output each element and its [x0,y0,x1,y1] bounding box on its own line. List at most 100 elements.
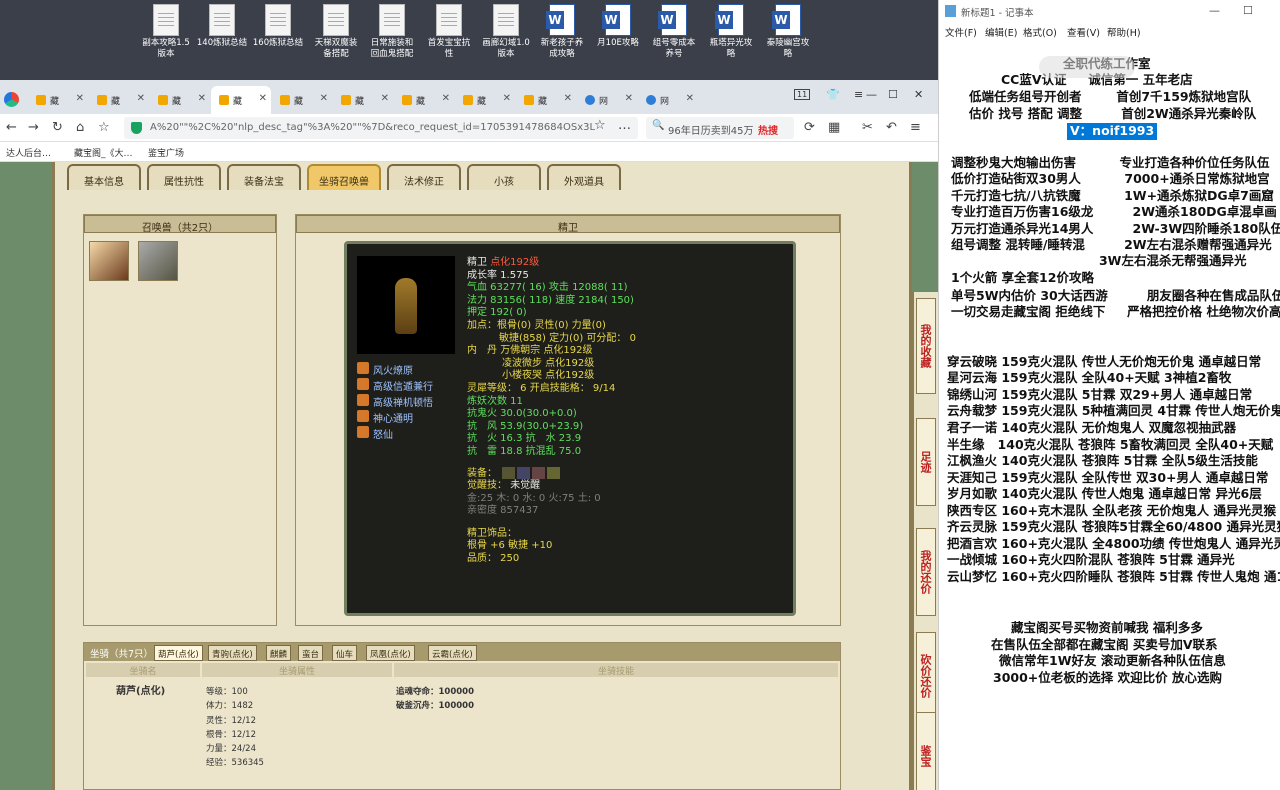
side-item-1[interactable]: 我的收藏 [916,298,936,394]
browser-tab-8[interactable]: 藏 ✕ [455,86,515,114]
browser-tab-1[interactable]: 藏 ✕ [28,86,88,114]
desktop-icon-10[interactable]: 组号零成本 养号 [646,4,702,60]
url-field[interactable]: A%20""%2C%20"nlp_desc_tag"%3A%20""%7D&re… [124,117,638,139]
desktop-icon-1[interactable]: 副本攻略1.5 版本 [138,4,194,60]
minimize-icon[interactable]: — [866,88,877,101]
skill-4[interactable]: 神心通明 [357,410,413,425]
back-icon[interactable]: ← [6,120,17,135]
tab-close-icon[interactable]: ✕ [625,93,633,104]
game-tab-5[interactable]: 法术修正 [387,164,461,190]
equip-slot-2[interactable] [517,466,531,479]
skill-1[interactable]: 风火燎原 [357,362,413,377]
notepad-menu-5[interactable]: 帮助(H) [1107,25,1141,39]
tab-close-icon[interactable]: ✕ [381,93,389,104]
bookmark-2[interactable]: 藏宝阁_《大… [74,146,133,159]
desktop-icon-3[interactable]: 160炼狱总结 [250,4,306,49]
side-item-5[interactable]: 鉴宝 [916,712,936,790]
game-tab-4[interactable]: 坐骑召唤兽 [307,164,381,190]
desktop-icon-6[interactable]: 首发宝宝抗 性 [421,4,477,60]
browser-tab-9[interactable]: 藏 ✕ [516,86,576,114]
tab-close-icon[interactable]: ✕ [503,93,511,104]
game-tab-3[interactable]: 装备法宝 [227,164,301,190]
notepad-menu-3[interactable]: 格式(O) [1023,25,1057,39]
hot-search-badge[interactable]: 热搜 [758,122,778,137]
mount-tab-5[interactable]: 仙车 [332,645,358,661]
notepad-text[interactable]: 全职代练工作室CC蓝V认证 诚信第一 五年老店低端任务组号开创者 首创7千159… [939,40,1280,790]
desktop-icon-2[interactable]: 140炼狱总结 [194,4,250,49]
desktop-icon-7[interactable]: 画廊幻域1.0 版本 [478,4,534,60]
browser-tab-7[interactable]: 藏 ✕ [394,86,454,114]
tab-close-icon[interactable]: ✕ [259,93,267,104]
browser-tab-3[interactable]: 藏 ✕ [150,86,210,114]
browser-tab-11[interactable]: 网 ✕ [638,86,698,114]
close-icon[interactable]: ✕ [914,88,923,101]
browser-tab-4[interactable]: 藏 ✕ [211,86,271,114]
skill-2[interactable]: 高级信遁兼行 [357,378,433,393]
np-minimize-icon[interactable]: — [1209,4,1220,17]
side-item-3[interactable]: 我的还价 [916,528,936,616]
notepad-menu-2[interactable]: 编辑(E) [985,25,1017,39]
refresh-ext-icon[interactable]: ⟳ [804,120,815,135]
desktop-icon-5[interactable]: 日常施装和 回血鬼搭配 [364,4,420,60]
reload-icon[interactable]: ↻ [52,120,63,135]
tab-close-icon[interactable]: ✕ [442,93,450,104]
menu-icon[interactable]: ≡ [854,88,863,101]
desktop-icon-11[interactable]: 瓶塔异光攻 略 [703,4,759,60]
game-tab-7[interactable]: 外观道具 [547,164,621,190]
side-item-4[interactable]: 砍价还价 [916,632,936,720]
tab-close-icon[interactable]: ✕ [564,93,572,104]
undo-icon[interactable]: ↶ [886,120,897,135]
favorite-icon[interactable]: ☆ [594,118,606,133]
mount-tab-6[interactable]: 凤凰(点化) [366,645,415,661]
browser-menu-icon[interactable]: ≡ [910,120,921,135]
game-tab-1[interactable]: 基本信息 [67,164,141,190]
bookmark-star-icon[interactable]: ☆ [98,120,110,135]
browser-tab-2[interactable]: 藏 ✕ [89,86,149,114]
desktop-icon-9[interactable]: 月10E攻略 [590,4,646,49]
home-icon[interactable]: ⌂ [76,120,84,135]
tab-close-icon[interactable]: ✕ [686,93,694,104]
skill-5[interactable]: 怒仙 [357,426,393,441]
notepad-line-32: 微信常年1W好友 滚动更新各种队伍信息 [999,653,1226,668]
skin-icon[interactable]: 👕 [826,88,840,101]
summon-avatar-beast[interactable] [138,241,178,281]
notepad-line-19: 云舟载梦 159克火混队 5种植满回灵 4甘霖 传世人炮无价鬼 [947,403,1280,418]
tab-close-icon[interactable]: ✕ [137,93,145,104]
more-icon[interactable]: … [618,118,631,133]
equip-slot-3[interactable] [532,466,546,479]
bookmark-1[interactable]: 达人后台… [6,146,51,159]
equip-slot-1[interactable] [502,466,516,479]
notepad-menu-1[interactable]: 文件(F) [945,25,977,39]
summon-avatar-jingwei[interactable] [89,241,129,281]
np-maximize-icon[interactable]: ☐ [1243,4,1253,17]
mount-tab-1[interactable]: 葫芦(点化) [154,645,203,661]
mount-tab-7[interactable]: 云霸(点化) [428,645,477,661]
desktop-icon-4[interactable]: 天梯双魔装 备搭配 [308,4,364,60]
apps-icon[interactable]: ▦ [828,120,840,135]
desktop-icon-8[interactable]: 新老孩子养 成攻略 [534,4,590,60]
desktop-icon-label: 140炼狱总结 [196,38,248,48]
maximize-icon[interactable]: ☐ [888,88,898,101]
tab-label: 藏 [111,97,121,107]
cut-icon[interactable]: ✂ [862,120,873,135]
mount-tab-2[interactable]: 青驹(点化) [208,645,257,661]
game-tab-2[interactable]: 属性抗性 [147,164,221,190]
browser-logo[interactable] [0,86,26,114]
browser-tab-5[interactable]: 藏 ✕ [272,86,332,114]
tab-close-icon[interactable]: ✕ [198,93,206,104]
browser-tab-6[interactable]: 藏 ✕ [333,86,393,114]
equip-slot-4[interactable] [547,466,561,479]
mount-tab-3[interactable]: 麒麟 [266,645,292,661]
game-tab-6[interactable]: 小孩 [467,164,541,190]
desktop-icon-12[interactable]: 秦陵幽宫攻 略 [760,4,816,60]
tab-close-icon[interactable]: ✕ [76,93,84,104]
browser-tab-10[interactable]: 网 ✕ [577,86,637,114]
notepad-menu-4[interactable]: 查看(V) [1067,25,1100,39]
mount-tab-4[interactable]: 蛮台 [298,645,324,661]
side-item-2[interactable]: 足迹 [916,418,936,506]
bookmark-3[interactable]: 鉴宝广场 [148,146,184,159]
tab-close-icon[interactable]: ✕ [320,93,328,104]
forward-icon[interactable]: → [28,120,39,135]
tab-count[interactable]: 11 [794,89,811,100]
skill-3[interactable]: 高级禅机顿悟 [357,394,433,409]
